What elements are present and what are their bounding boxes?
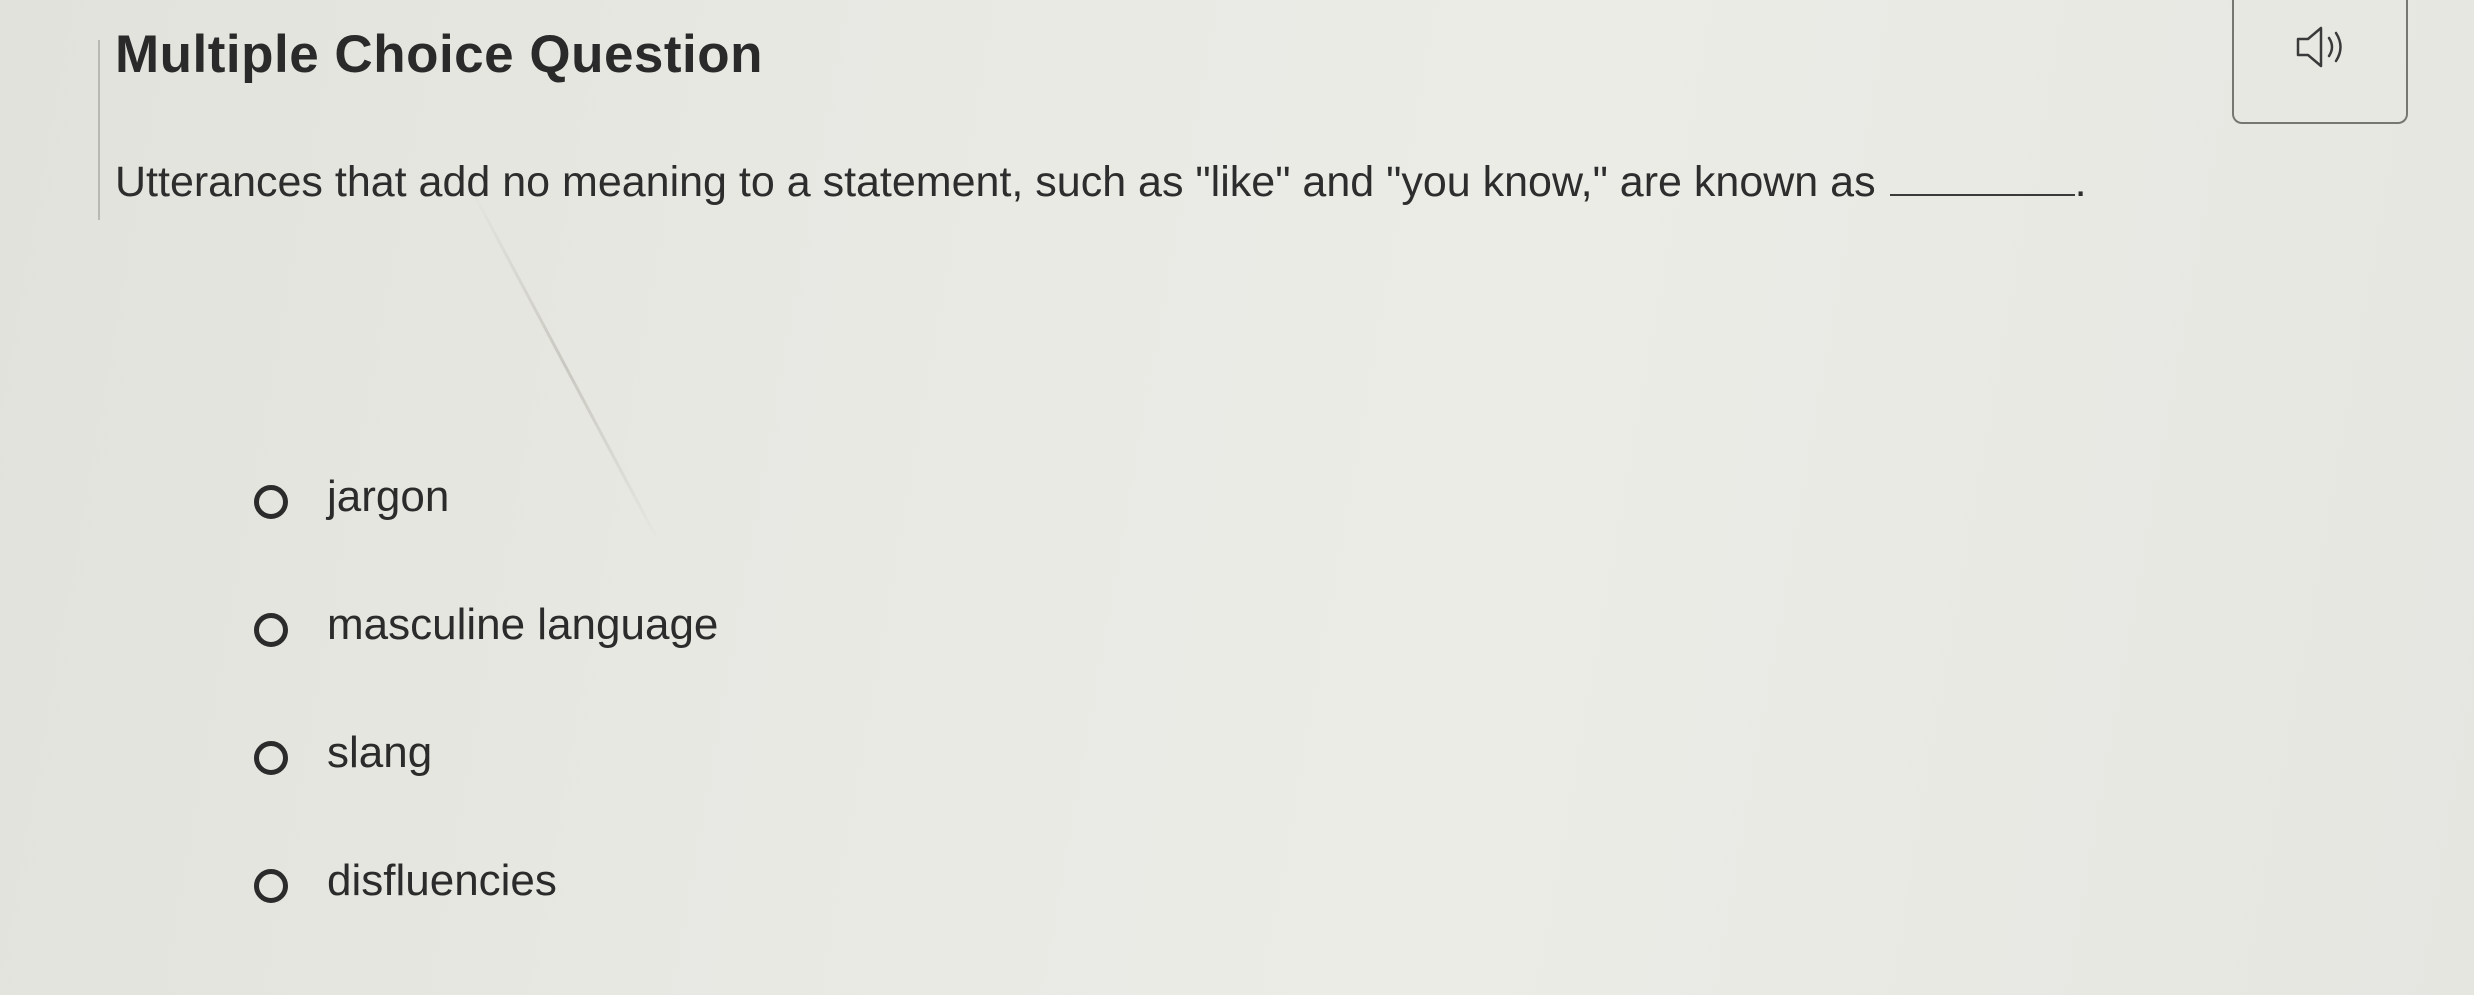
read-aloud-button[interactable] <box>2232 0 2408 124</box>
option-jargon[interactable]: jargon <box>254 472 718 603</box>
question-page: Multiple Choice Question Utterances that… <box>0 0 2474 995</box>
left-divider <box>98 40 100 220</box>
radio-button[interactable] <box>254 485 288 519</box>
option-label: jargon <box>327 472 450 521</box>
option-label: masculine language <box>327 600 719 649</box>
option-disfluencies[interactable]: disfluencies <box>254 856 718 987</box>
page-title: Multiple Choice Question <box>115 25 764 84</box>
question-prompt: Utterances that add no meaning to a stat… <box>115 158 1876 206</box>
blank-period: . <box>2074 158 2087 206</box>
option-label: disfluencies <box>327 856 557 905</box>
answer-blank <box>1889 193 2075 196</box>
radio-button[interactable] <box>254 869 288 903</box>
radio-button[interactable] <box>254 613 288 647</box>
radio-button[interactable] <box>254 741 288 775</box>
question-text: Utterances that add no meaning to a stat… <box>115 158 2087 207</box>
speaker-icon <box>2296 26 2342 68</box>
option-masculine-language[interactable]: masculine language <box>254 600 718 731</box>
option-label: slang <box>327 728 433 777</box>
answer-options: jargon masculine language slang disfluen… <box>254 472 718 987</box>
option-slang[interactable]: slang <box>254 728 718 859</box>
